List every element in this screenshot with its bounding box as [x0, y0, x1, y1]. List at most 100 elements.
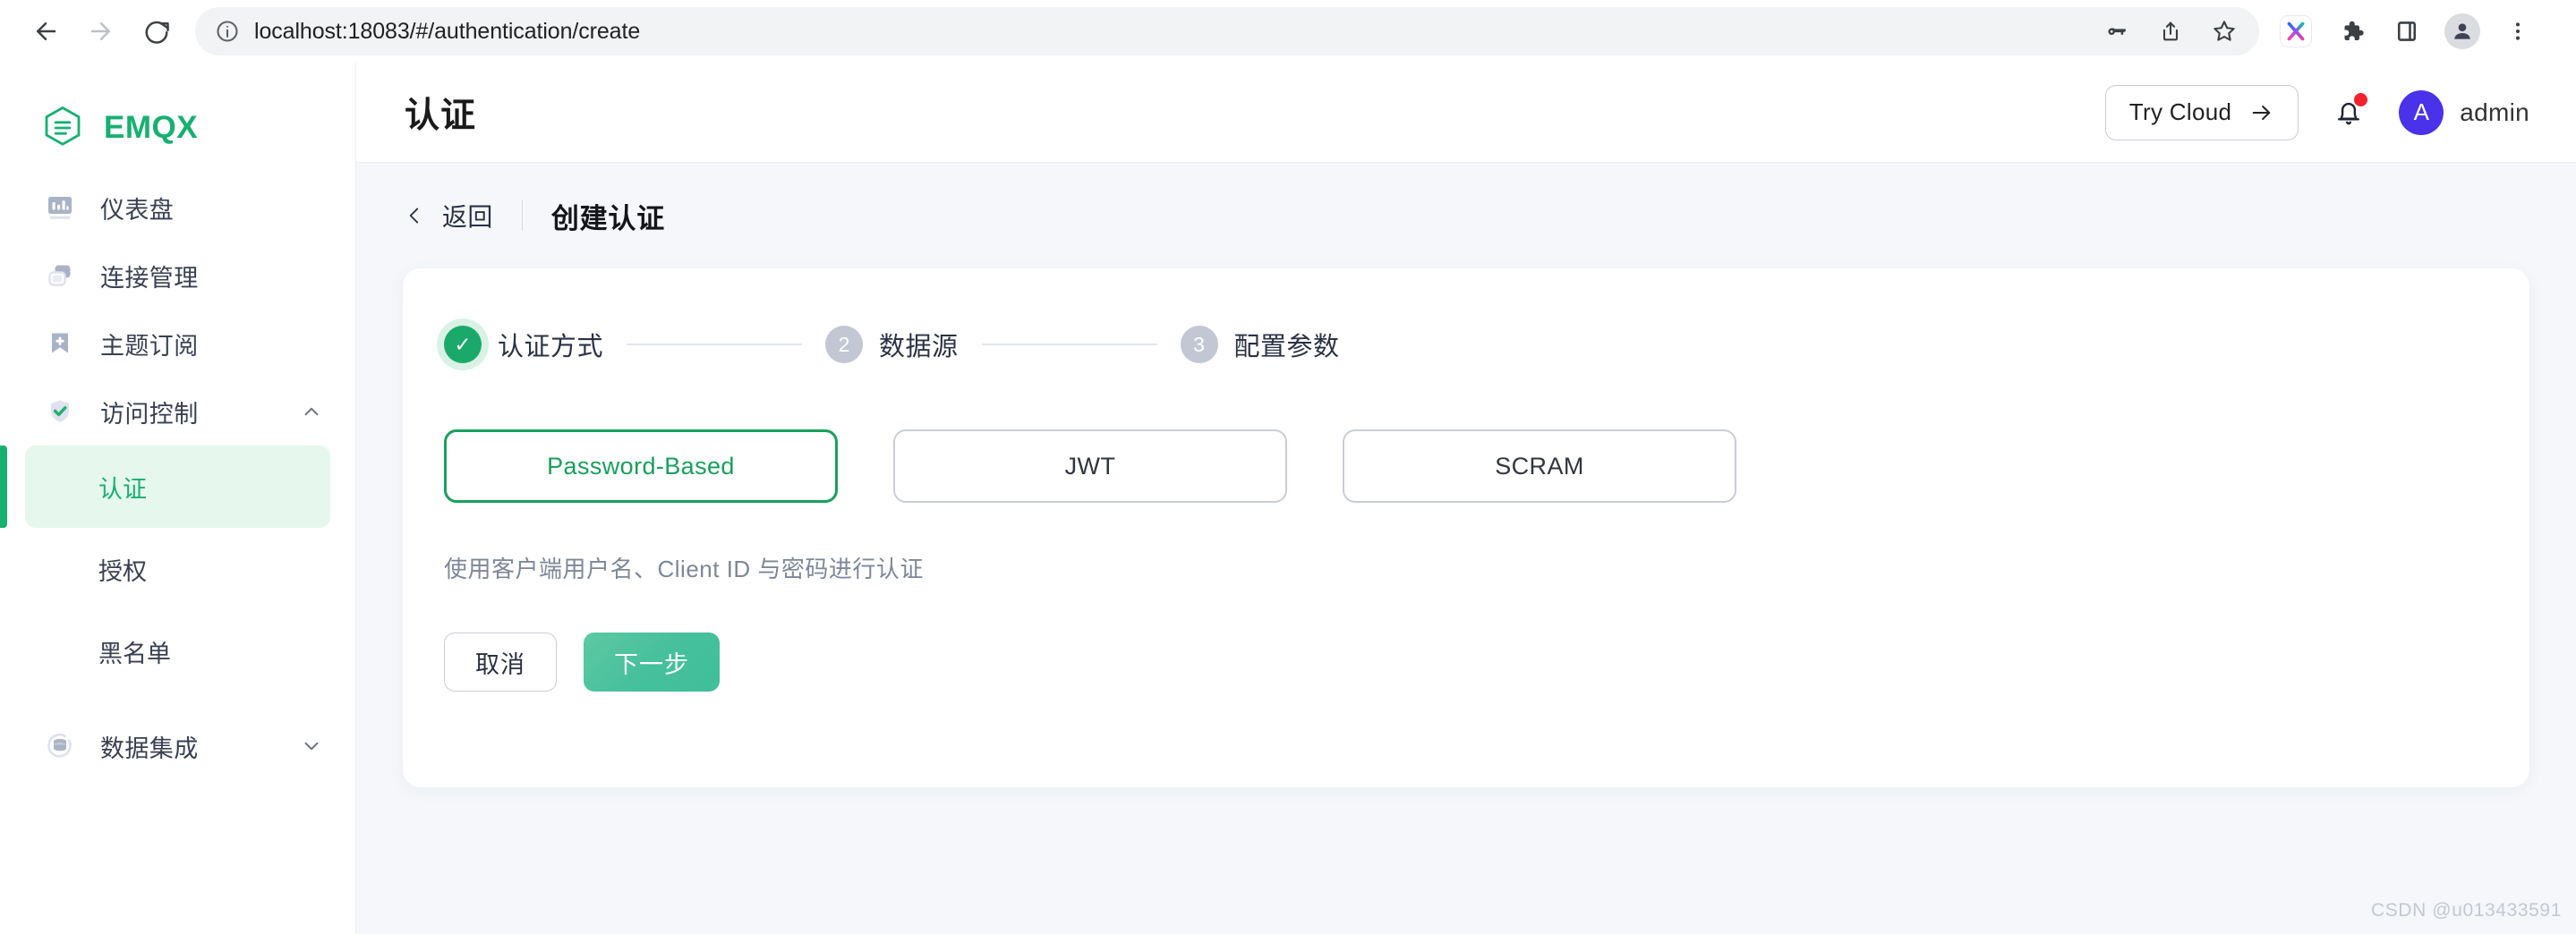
chrome-menu-button[interactable] — [2494, 7, 2542, 55]
watermark: CSDN @u013433591 — [2370, 900, 2562, 921]
bookmark-star-icon[interactable] — [2209, 16, 2239, 47]
page-title: 认证 — [405, 96, 477, 135]
option-scram[interactable]: SCRAM — [1343, 429, 1736, 503]
user-menu[interactable]: A admin — [2399, 89, 2529, 135]
side-panel-icon — [2397, 21, 2417, 41]
x-extension-icon — [2281, 16, 2311, 47]
reload-button[interactable] — [131, 5, 183, 57]
chrome-menu-icon — [2515, 22, 2521, 40]
avatar: A — [2399, 89, 2444, 135]
step-label-1: 认证方式 — [498, 333, 604, 361]
step-data-source[interactable]: 2 数据源 — [825, 326, 959, 363]
option-description: 使用客户端用户名、Client ID 与密码进行认证 — [444, 556, 924, 582]
url-text: localhost:18083/#/authentication/create — [254, 18, 641, 44]
sidebar-subitem-label: 黑名单 — [98, 640, 171, 667]
password-key-icon[interactable] — [2102, 16, 2132, 47]
sidebar-item-authorization[interactable]: 授权 — [25, 528, 330, 610]
option-label: SCRAM — [1495, 452, 1584, 480]
step-auth-method[interactable]: ✓ 认证方式 — [444, 326, 603, 363]
sidebar-menu: 仪表盘 连接管理 主题订阅 访问控制 认证 授权 黑名单 数据集成 — [0, 174, 355, 780]
reload-icon — [145, 21, 169, 44]
arrow-left-icon — [37, 22, 56, 40]
sidebar-item-dashboard[interactable]: 仪表盘 — [0, 174, 355, 242]
main-content: 认证 Try Cloud A admin 返回 创建认证 ✓ 认证方式 2 数据… — [356, 63, 2576, 934]
side-panel-button[interactable] — [2383, 7, 2431, 55]
cancel-label: 取消 — [475, 650, 525, 678]
create-auth-card: ✓ 认证方式 2 数据源 3 配置参数 Password-Based JWT S… — [403, 268, 2529, 787]
form-actions: 取消 下一步 — [403, 584, 2529, 692]
notification-badge-dot — [2354, 92, 2368, 106]
emqx-logo-icon — [39, 105, 86, 151]
sidebar: EMQX 仪表盘 连接管理 主题订阅 访问控制 认证 授权 黑名单 数据集成 — [0, 63, 356, 934]
sidebar-item-topic-subscribe[interactable]: 主题订阅 — [0, 310, 355, 378]
sidebar-item-data-integration[interactable]: 数据集成 — [0, 712, 355, 780]
step-bullet-1: ✓ — [444, 326, 482, 363]
browser-action-buttons — [2272, 7, 2542, 55]
chevron-up-icon[interactable] — [300, 400, 323, 423]
arrow-right-icon — [2252, 105, 2271, 120]
next-label: 下一步 — [614, 650, 689, 678]
option-password-based[interactable]: Password-Based — [444, 429, 838, 503]
option-label: Password-Based — [547, 452, 735, 480]
sidebar-subitem-label: 授权 — [98, 557, 147, 585]
step-config-params[interactable]: 3 配置参数 — [1180, 326, 1340, 363]
address-bar[interactable]: localhost:18083/#/authentication/create — [195, 7, 2259, 55]
step-bullet-2: 2 — [825, 326, 864, 363]
share-icon[interactable] — [2155, 16, 2186, 47]
sidebar-item-connections[interactable]: 连接管理 — [0, 242, 355, 310]
data-integration-icon — [41, 727, 79, 765]
sidebar-item-authentication[interactable]: 认证 — [0, 446, 330, 528]
browser-toolbar: localhost:18083/#/authentication/create — [0, 0, 2576, 63]
option-jwt[interactable]: JWT — [893, 429, 1287, 503]
sidebar-item-access-control[interactable]: 访问控制 — [0, 378, 355, 446]
sidebar-item-blacklist[interactable]: 黑名单 — [25, 610, 330, 692]
notification-button[interactable] — [2329, 92, 2368, 132]
browser-nav-buttons — [20, 5, 183, 57]
step-bullet-3: 3 — [1180, 326, 1218, 363]
chevron-left-icon — [409, 208, 419, 224]
dashboard-icon — [41, 189, 79, 226]
auth-method-options: Password-Based JWT SCRAM — [403, 363, 2529, 503]
extensions-puzzle-icon — [2344, 21, 2364, 40]
step-indicator: ✓ 认证方式 2 数据源 3 配置参数 — [403, 326, 2529, 363]
x-extension-button[interactable] — [2272, 7, 2320, 55]
sidebar-item-label: 访问控制 — [100, 400, 199, 428]
back-label: 返回 — [442, 203, 493, 231]
sidebar-item-label: 仪表盘 — [100, 196, 175, 224]
step-connector-2 — [981, 344, 1157, 345]
option-label: JWT — [1064, 452, 1116, 480]
brand-logo-area[interactable]: EMQX — [0, 63, 355, 161]
sidebar-item-label: 连接管理 — [100, 264, 199, 292]
page-header: 认证 Try Cloud A admin — [356, 63, 2576, 163]
step-connector-1 — [627, 344, 803, 345]
page-body: 返回 创建认证 ✓ 认证方式 2 数据源 3 配置参数 Password-Bas… — [356, 163, 2576, 934]
arrow-right-icon — [90, 22, 110, 40]
chrome-profile-icon — [2444, 13, 2480, 49]
chevron-down-icon[interactable] — [300, 734, 323, 758]
app-shell: EMQX 仪表盘 连接管理 主题订阅 访问控制 认证 授权 黑名单 数据集成 认… — [0, 63, 2576, 934]
site-info-icon[interactable] — [215, 19, 240, 44]
header-actions: Try Cloud A admin — [2104, 84, 2529, 140]
breadcrumb-current: 创建认证 — [550, 202, 666, 234]
brand-name: EMQX — [104, 110, 199, 145]
chrome-profile-button[interactable] — [2438, 7, 2486, 55]
forward-button[interactable] — [75, 5, 127, 57]
breadcrumb-separator — [521, 200, 523, 231]
cancel-button[interactable]: 取消 — [444, 633, 557, 692]
try-cloud-label: Try Cloud — [2128, 98, 2232, 125]
step-label-2: 数据源 — [879, 333, 959, 361]
back-link[interactable]: 返回 — [403, 198, 493, 234]
user-name: admin — [2460, 98, 2529, 126]
shield-check-icon — [41, 393, 79, 430]
connections-icon — [41, 257, 79, 294]
next-step-button[interactable]: 下一步 — [584, 633, 720, 692]
sidebar-item-label: 主题订阅 — [100, 332, 199, 360]
sidebar-subitem-label: 认证 — [98, 475, 147, 503]
extensions-button[interactable] — [2327, 7, 2376, 55]
topic-subscribe-icon — [41, 325, 79, 362]
back-button[interactable] — [20, 5, 72, 57]
breadcrumb: 返回 创建认证 — [403, 163, 2529, 268]
sidebar-item-label: 数据集成 — [100, 734, 199, 762]
try-cloud-button[interactable]: Try Cloud — [2104, 84, 2299, 140]
step-label-3: 配置参数 — [1233, 333, 1340, 361]
